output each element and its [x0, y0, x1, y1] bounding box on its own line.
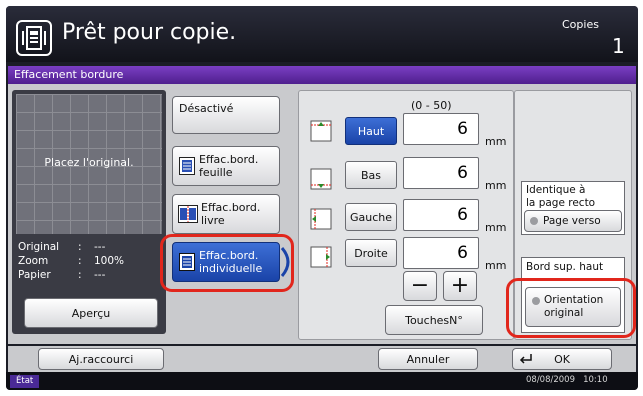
mode-individual-label: Effac.bord. individuelle	[199, 249, 262, 275]
info-separator: :	[78, 241, 82, 253]
back-page-label-line2: la page recto	[526, 197, 596, 209]
original-label: Original	[18, 241, 60, 253]
back-page-button[interactable]: Page verso	[524, 210, 622, 232]
preview-area: Placez l'original. Original : --- Zoom :…	[12, 90, 166, 334]
zoom-value: 100%	[94, 255, 125, 267]
mode-off-label: Désactivé	[179, 102, 234, 115]
zoom-label: Zoom	[18, 255, 49, 267]
orientation-button[interactable]: Orientation original	[525, 287, 621, 327]
left-margin-button[interactable]: Gauche	[345, 203, 397, 231]
right-edge-icon	[309, 245, 333, 269]
header-bar: Prêt pour copie. Copies 1	[6, 6, 638, 62]
numeric-keys-button[interactable]: TouchesN°	[385, 305, 483, 335]
radio-dot-icon	[532, 297, 540, 305]
mode-sheet-line1: Effac.bord.	[199, 153, 259, 166]
right-margin-unit: mm	[485, 259, 507, 272]
mode-individual-button[interactable]: Effac.bord. individuelle	[172, 242, 280, 282]
border-erase-panel: Effacement bordure Placez l'original. Or…	[8, 66, 636, 344]
back-page-label: Identique à la page recto	[526, 184, 595, 210]
status-time: 10:10	[583, 375, 608, 385]
mode-sheet-label: Effac.bord. feuille	[199, 153, 258, 179]
mode-book-line1: Effac.bord.	[201, 201, 261, 214]
mode-sheet-line2: feuille	[199, 166, 233, 179]
increment-button[interactable]: +	[443, 271, 477, 301]
status-bar: État 08/08/2009 10:10	[6, 372, 638, 390]
mode-book-button[interactable]: Effac.bord. livre	[172, 194, 280, 234]
copy-document-icon	[16, 20, 52, 56]
mode-book-label: Effac.bord. livre	[201, 201, 260, 227]
top-margin-button[interactable]: Haut	[345, 117, 397, 145]
orientation-button-line2: original	[544, 307, 584, 319]
enter-icon	[519, 352, 533, 369]
margin-settings-panel: (0 - 50) Haut mm Bas mm Gauche mm Droite	[298, 90, 514, 340]
status-datetime: 08/08/2009 10:10	[526, 375, 608, 385]
book-erase-icon	[178, 205, 198, 226]
back-page-label-line1: Identique à	[526, 184, 586, 196]
individual-erase-icon	[179, 253, 195, 274]
status-date: 08/08/2009	[526, 375, 575, 385]
ok-button-label: OK	[554, 352, 570, 366]
back-page-button-label: Page verso	[543, 215, 601, 227]
footer-bar: Aj.raccourci Annuler OK	[8, 346, 636, 372]
status-state: État	[10, 375, 40, 388]
left-margin-unit: mm	[485, 221, 507, 234]
margin-range: (0 - 50)	[411, 99, 452, 112]
top-edge-icon	[309, 119, 333, 143]
bottom-margin-unit: mm	[485, 179, 507, 192]
right-margin-button[interactable]: Droite	[345, 239, 397, 267]
orientation-label: Bord sup. haut	[526, 261, 604, 273]
add-shortcut-button[interactable]: Aj.raccourci	[38, 348, 164, 370]
radio-dot-icon	[530, 217, 538, 225]
orientation-button-label: Orientation original	[544, 294, 603, 320]
preview-button[interactable]: Aperçu	[24, 298, 158, 328]
paper-label: Papier	[18, 269, 51, 281]
mode-book-line2: livre	[201, 214, 225, 227]
copies-count: 1	[612, 34, 625, 58]
bottom-margin-button[interactable]: Bas	[345, 161, 397, 189]
back-page-setting: Identique à la page recto Page verso	[521, 181, 625, 235]
ok-button[interactable]: OK	[512, 348, 612, 370]
decrement-button[interactable]: −	[403, 271, 437, 301]
mode-sheet-button[interactable]: Effac.bord. feuille	[172, 146, 280, 186]
options-column: Identique à la page recto Page verso Bor…	[514, 90, 632, 340]
sheet-erase-icon	[179, 157, 195, 178]
left-edge-icon	[309, 207, 333, 231]
bottom-margin-input[interactable]	[403, 157, 479, 189]
top-margin-unit: mm	[485, 135, 507, 148]
mode-individual-line1: Effac.bord.	[199, 249, 259, 262]
cancel-button[interactable]: Annuler	[378, 348, 478, 370]
orientation-button-line1: Orientation	[544, 294, 604, 306]
bottom-edge-icon	[309, 167, 333, 191]
preview-placeholder: Placez l'original.	[44, 156, 134, 169]
page-title: Prêt pour copie.	[62, 20, 237, 45]
panel-title: Effacement bordure	[8, 66, 636, 84]
right-margin-input[interactable]	[403, 237, 479, 269]
info-separator: :	[78, 255, 82, 267]
device-screen: Prêt pour copie. Copies 1 Effacement bor…	[6, 6, 638, 390]
mode-individual-line2: individuelle	[199, 262, 263, 275]
top-margin-input[interactable]	[403, 113, 479, 145]
mode-off-button[interactable]: Désactivé	[172, 96, 280, 134]
info-separator: :	[78, 269, 82, 281]
original-value: ---	[94, 241, 106, 253]
left-margin-input[interactable]	[403, 199, 479, 231]
preview-grid: Placez l'original.	[16, 94, 162, 234]
paper-value: ---	[94, 269, 106, 281]
copies-label: Copies	[562, 18, 599, 31]
selection-arrow-icon	[280, 246, 296, 278]
